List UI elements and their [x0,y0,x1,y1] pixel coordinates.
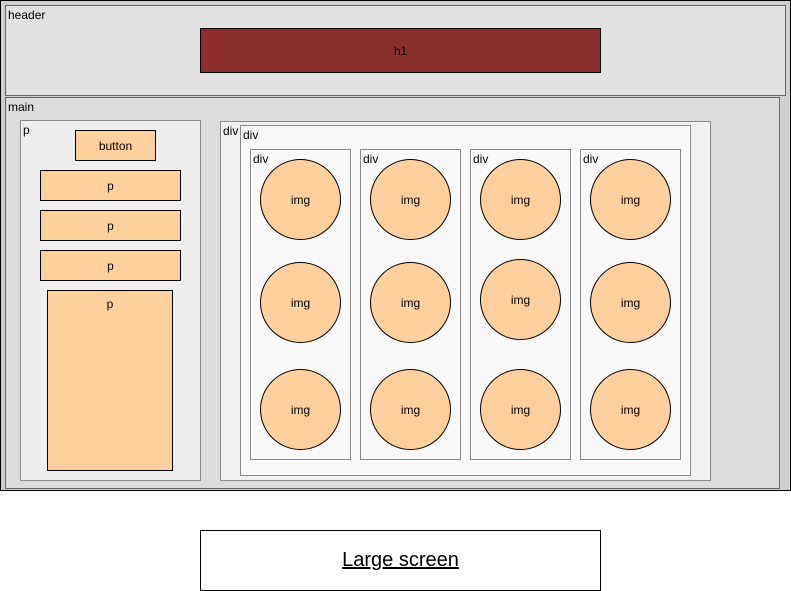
caption-text: Large screen [342,549,459,571]
paragraph-label: p [107,218,114,233]
img-circle: img [260,262,341,343]
img-circle: img [480,259,561,340]
img-circle: img [260,159,341,240]
column-label: div [473,152,489,166]
img-label: img [290,402,311,417]
img-circle: img [480,369,561,450]
img-label: img [400,295,421,310]
img-label: img [290,192,311,207]
img-circle: img [370,369,451,450]
img-circle: img [590,262,671,343]
column-label: div [583,152,599,166]
paragraph-box-4: p [47,290,173,471]
img-label: img [620,192,641,207]
img-label: img [510,292,531,307]
img-circle: img [370,159,451,240]
img-label: img [620,402,641,417]
column-label: div [363,152,379,166]
img-circle: img [370,262,451,343]
img-label: img [400,192,421,207]
column-label: div [253,152,269,166]
button-label: button [98,138,133,153]
paragraph-label: p [107,178,114,193]
paragraph-box-2: p [40,210,181,241]
paragraph-label: p [107,258,114,273]
img-label: img [510,192,531,207]
img-circle: img [480,159,561,240]
img-label: img [510,402,531,417]
img-label: img [290,295,311,310]
button-box: button [75,130,156,161]
main-label: main [8,100,35,114]
h1-box: h1 [200,28,601,73]
img-circle: img [590,369,671,450]
paragraph-box-3: p [40,250,181,281]
img-circle: img [590,159,671,240]
img-label: img [400,402,421,417]
paragraph-label: p [106,297,114,311]
p-column-label: p [23,123,30,137]
div-inner-label: div [243,128,259,142]
caption-box: Large screen [200,530,601,591]
h1-label: h1 [393,43,408,58]
paragraph-box-1: p [40,170,181,201]
img-label: img [620,295,641,310]
img-circle: img [260,369,341,450]
div-outer-label: div [223,124,239,138]
header-label: header [8,8,46,22]
